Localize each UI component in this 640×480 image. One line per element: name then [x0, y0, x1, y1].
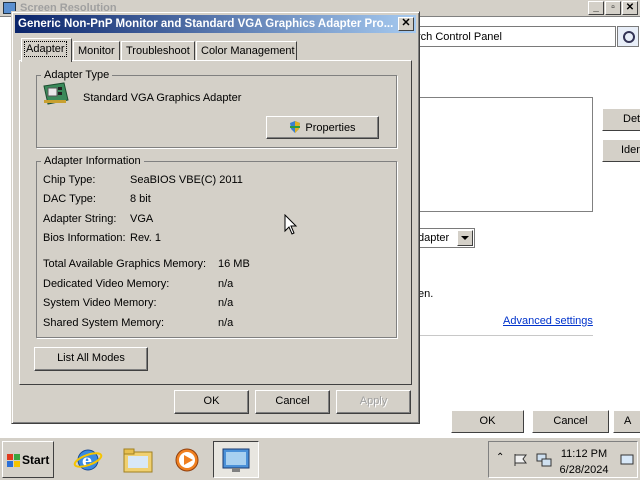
close-icon[interactable]: ✕ — [398, 17, 414, 31]
windows-logo-icon — [7, 454, 20, 467]
detect-button[interactable]: Det — [602, 108, 640, 131]
dac-type-label: DAC Type: — [43, 193, 96, 205]
action-center-flag-icon[interactable] — [513, 453, 529, 467]
start-label: Start — [22, 453, 50, 467]
tab-troubleshoot-label: Troubleshoot — [126, 45, 190, 57]
display-select[interactable]: dapter — [415, 228, 475, 248]
system-video-memory-label: System Video Memory: — [43, 297, 157, 309]
display-settings-icon — [222, 448, 250, 472]
mouse-cursor-icon — [284, 214, 298, 235]
properties-button-label: Properties — [305, 122, 356, 134]
adapter-string-value: VGA — [130, 213, 154, 225]
notification-area: ⌃ 11:12 PM 6/28/2024 — [488, 441, 638, 478]
graphics-card-icon — [43, 82, 69, 105]
tab-adapter-label: Adapter — [24, 41, 67, 57]
adapter-information-group-label: Adapter Information — [41, 155, 144, 167]
bios-information-value: Rev. 1 — [130, 232, 161, 244]
shared-system-memory-value: n/a — [218, 317, 234, 329]
start-button[interactable]: Start — [2, 441, 54, 478]
divider — [418, 335, 593, 336]
background-apply-button[interactable]: A — [613, 410, 640, 433]
dedicated-video-memory-value: n/a — [218, 278, 234, 290]
dialog-titlebar[interactable]: Generic Non-PnP Monitor and Standard VGA… — [15, 15, 416, 33]
properties-button[interactable]: Properties — [266, 116, 379, 139]
taskbar-file-explorer[interactable] — [114, 441, 160, 478]
chevron-up-icon[interactable]: ⌃ — [496, 452, 504, 463]
identify-button[interactable]: Iden — [602, 139, 640, 162]
advanced-settings-link[interactable]: Advanced settings — [503, 315, 593, 327]
total-graphics-memory-value: 16 MB — [218, 258, 250, 270]
search-icon[interactable] — [617, 26, 639, 47]
chip-type-value: SeaBIOS VBE(C) 2011 — [130, 174, 243, 186]
internet-explorer-icon: e — [73, 449, 103, 471]
taskbar-internet-explorer[interactable]: e — [64, 441, 110, 478]
chip-type-label: Chip Type: — [43, 174, 96, 186]
network-icon[interactable] — [536, 453, 552, 467]
background-ok-button[interactable]: OK — [451, 410, 524, 433]
list-all-modes-button[interactable]: List All Modes — [34, 347, 148, 371]
apply-button[interactable]: Apply — [336, 390, 411, 414]
partial-text: en. — [418, 288, 434, 300]
shield-icon — [290, 121, 301, 133]
bios-information-label: Bios Information: — [43, 232, 126, 244]
adapter-name: Standard VGA Graphics Adapter — [83, 92, 242, 104]
tab-color-management-label: Color Management — [201, 45, 295, 57]
tab-monitor-label: Monitor — [78, 45, 115, 57]
dac-type-value: 8 bit — [130, 193, 151, 205]
tab-monitor[interactable]: Monitor — [73, 41, 120, 61]
chevron-down-icon[interactable] — [457, 230, 473, 246]
tab-color-management[interactable]: Color Management — [196, 41, 297, 61]
shared-system-memory-label: Shared System Memory: — [43, 317, 165, 329]
adapter-information-group: Adapter Information — [36, 155, 397, 338]
system-video-memory-value: n/a — [218, 297, 234, 309]
dialog-title: Generic Non-PnP Monitor and Standard VGA… — [18, 18, 394, 30]
cancel-button[interactable]: Cancel — [255, 390, 330, 414]
adapter-string-label: Adapter String: — [43, 213, 117, 225]
tab-adapter[interactable]: Adapter — [21, 38, 72, 62]
background-cancel-button[interactable]: Cancel — [532, 410, 609, 433]
display-select-value: dapter — [418, 232, 450, 244]
clock-date[interactable]: 6/28/2024 — [559, 464, 609, 476]
control-panel-search-input[interactable]: rch Control Panel — [410, 26, 616, 47]
folder-icon — [123, 448, 153, 473]
total-graphics-memory-label: Total Available Graphics Memory: — [43, 258, 207, 270]
ok-button[interactable]: OK — [174, 390, 249, 414]
clock-time[interactable]: 11:12 PM — [559, 448, 609, 460]
media-player-icon — [175, 448, 199, 472]
dedicated-video-memory-label: Dedicated Video Memory: — [43, 278, 170, 290]
display-preview-area[interactable] — [418, 97, 593, 212]
background-close-button[interactable]: ✕ — [622, 1, 638, 15]
show-desktop-icon[interactable] — [620, 453, 634, 467]
adapter-type-group-label: Adapter Type — [41, 69, 113, 81]
taskbar-screen-resolution[interactable] — [213, 441, 259, 478]
minimize-button[interactable]: _ — [588, 1, 604, 15]
tab-troubleshoot[interactable]: Troubleshoot — [121, 41, 195, 61]
taskbar: Start e ⌃ 11:12 PM 6/28/2024 — [0, 437, 640, 480]
maximize-button[interactable]: ▫ — [605, 1, 621, 15]
taskbar-media-player[interactable] — [163, 441, 209, 478]
